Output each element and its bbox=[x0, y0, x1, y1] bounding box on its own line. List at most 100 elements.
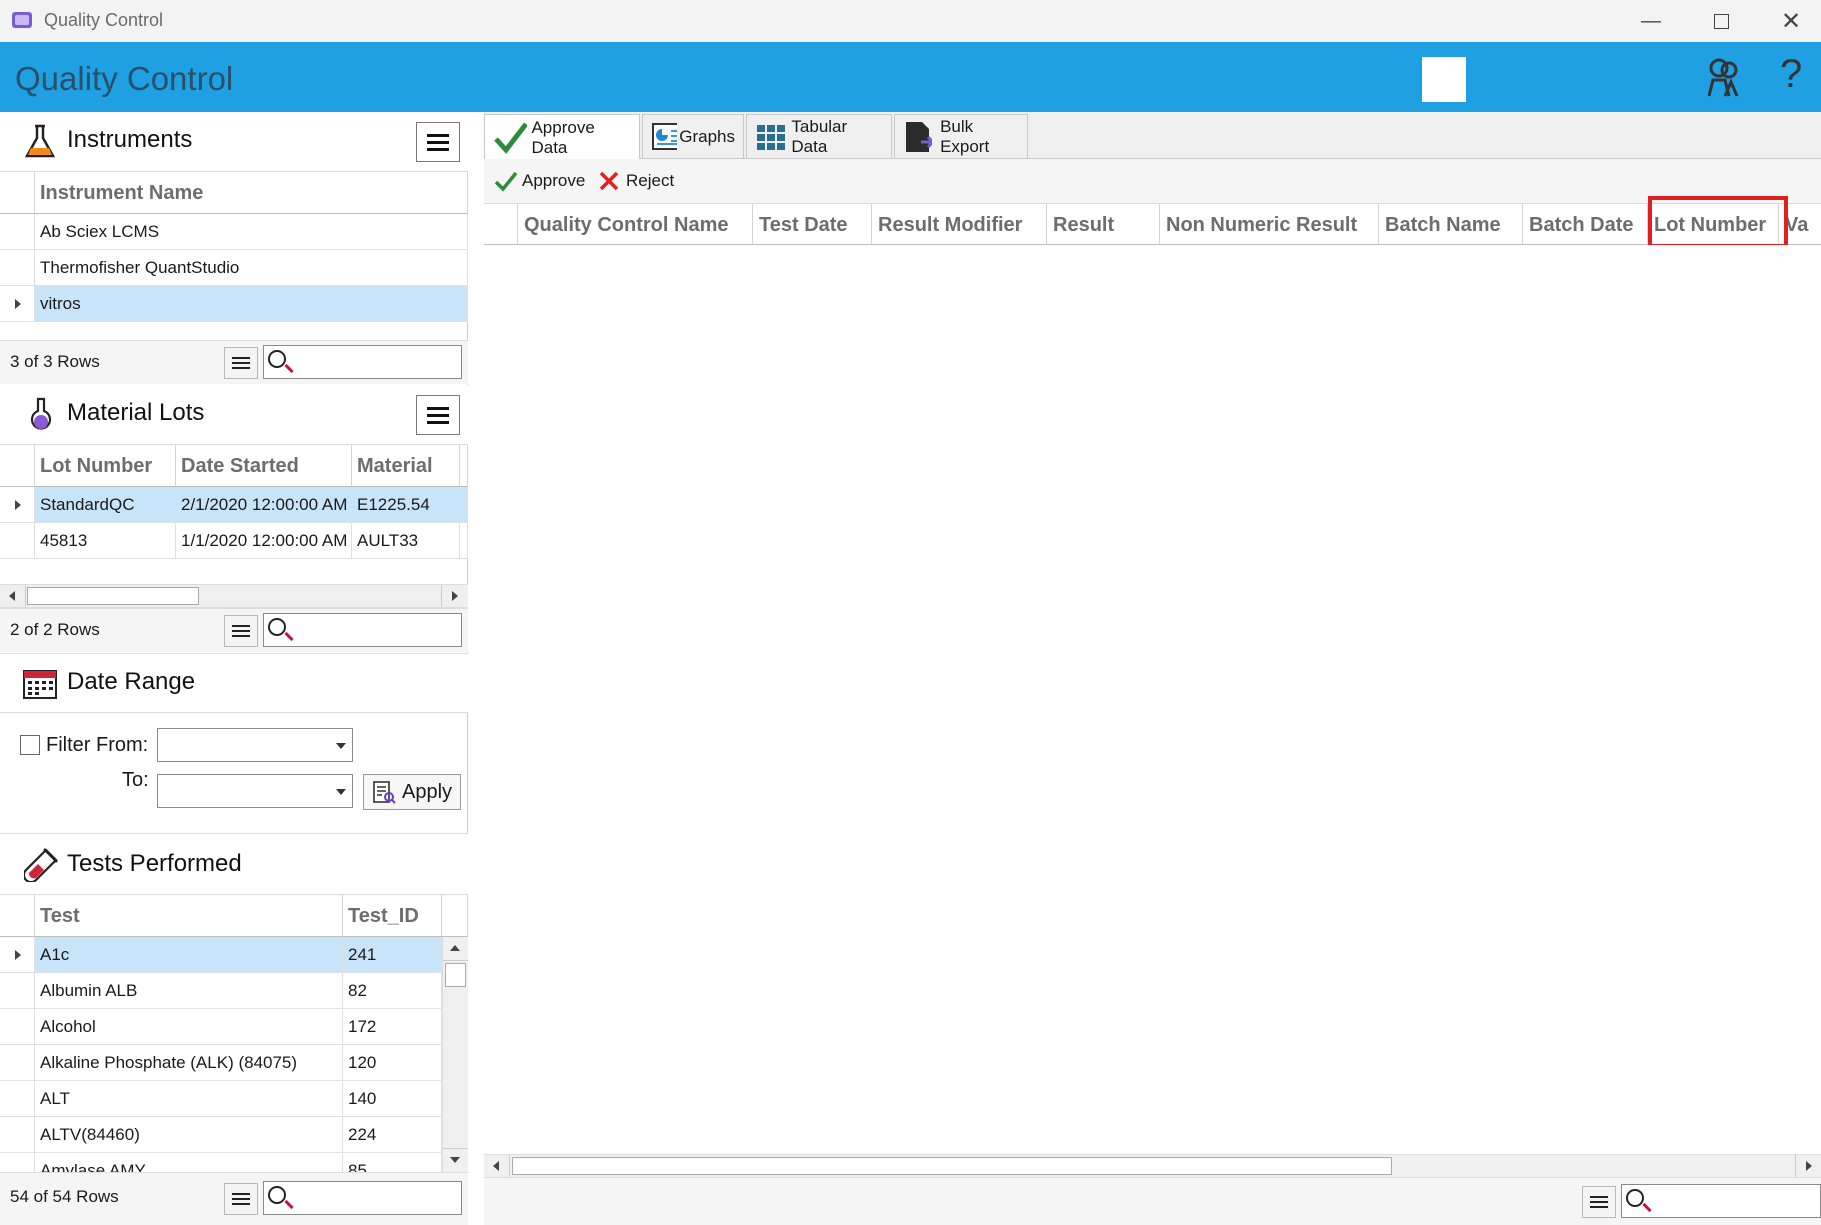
test-name-cell[interactable]: Amylase AMY bbox=[35, 1153, 343, 1172]
left-panel: Instruments Instrument Name Ab Sciex LCM… bbox=[0, 112, 468, 1225]
tab-graphs[interactable]: Graphs bbox=[642, 114, 744, 158]
tests-search-input[interactable] bbox=[263, 1181, 462, 1215]
test-name-cell[interactable]: A1c bbox=[35, 937, 343, 973]
instruments-search-input[interactable] bbox=[263, 345, 462, 379]
main-grid-search-input[interactable] bbox=[1621, 1184, 1821, 1218]
table-grid-icon bbox=[757, 124, 785, 150]
main-grid-header: Quality Control Name Test Date Result Mo… bbox=[484, 203, 1821, 245]
col-result-modifier[interactable]: Result Modifier bbox=[872, 204, 1047, 244]
maximize-button[interactable] bbox=[1686, 0, 1756, 42]
scroll-down-arrow[interactable] bbox=[443, 1148, 468, 1172]
row-header-corner bbox=[484, 204, 518, 244]
table-row[interactable]: Thermofisher QuantStudio bbox=[35, 250, 468, 286]
test-id-cell[interactable]: 140 bbox=[343, 1081, 442, 1117]
instruments-menu-button[interactable] bbox=[416, 122, 460, 162]
scroll-left-arrow[interactable] bbox=[0, 585, 26, 607]
row-header-corner bbox=[0, 445, 35, 487]
table-row[interactable]: Ab Sciex LCMS bbox=[35, 214, 468, 250]
filter-from-checkbox[interactable] bbox=[20, 735, 40, 755]
to-date-picker[interactable] bbox=[157, 774, 353, 808]
test-id-cell[interactable]: 241 bbox=[343, 937, 442, 973]
row-indicator bbox=[0, 1081, 35, 1117]
date-range-header: Date Range bbox=[0, 653, 468, 713]
instruments-options-button[interactable] bbox=[224, 347, 258, 379]
scroll-up-arrow[interactable] bbox=[443, 937, 468, 961]
main-grid-hscrollbar[interactable] bbox=[484, 1154, 1821, 1178]
approve-label: Approve bbox=[522, 171, 586, 190]
material-lots-footer: 2 of 2 Rows bbox=[0, 608, 468, 652]
test-name-cell[interactable]: Alkaline Phosphate (ALK) (84075) bbox=[35, 1045, 343, 1081]
main-grid-options-button[interactable] bbox=[1582, 1186, 1616, 1218]
col-test-date[interactable]: Test Date bbox=[753, 204, 872, 244]
flask-icon bbox=[24, 124, 56, 158]
scroll-right-arrow[interactable] bbox=[1795, 1155, 1821, 1177]
to-label: To: bbox=[122, 769, 149, 791]
search-icon bbox=[1626, 1189, 1644, 1207]
test-name-cell[interactable]: Alcohol bbox=[35, 1009, 343, 1045]
apply-button[interactable]: Apply bbox=[363, 774, 461, 810]
scroll-thumb[interactable] bbox=[27, 587, 199, 605]
col-result[interactable]: Result bbox=[1047, 204, 1160, 244]
approve-button[interactable]: Approve bbox=[494, 167, 585, 195]
lot-cell[interactable]: 2/1/2020 12:00:00 AM bbox=[176, 487, 352, 523]
tab-tabular-data[interactable]: Tabular Data bbox=[746, 114, 892, 158]
material-lots-options-button[interactable] bbox=[224, 615, 258, 647]
scroll-thumb[interactable] bbox=[512, 1157, 1392, 1175]
scroll-thumb[interactable] bbox=[445, 963, 466, 987]
checkmark-icon bbox=[494, 171, 518, 192]
material-lots-search-input[interactable] bbox=[263, 613, 462, 647]
tab-bulk-export[interactable]: Bulk Export bbox=[894, 114, 1028, 158]
row-count: 3 of 3 Rows bbox=[10, 352, 100, 371]
close-icon: ✕ bbox=[1780, 7, 1802, 35]
scroll-left-arrow[interactable] bbox=[484, 1155, 510, 1177]
col-test[interactable]: Test bbox=[35, 895, 343, 937]
test-id-cell[interactable]: 82 bbox=[343, 973, 442, 1009]
col-lot-number[interactable]: Lot Number bbox=[35, 445, 176, 487]
test-name-cell[interactable]: Albumin ALB bbox=[35, 973, 343, 1009]
reject-button[interactable]: Reject bbox=[598, 167, 674, 195]
checkmark-icon bbox=[494, 121, 528, 154]
lot-cell[interactable]: AULT33 bbox=[352, 523, 460, 559]
row-indicator bbox=[0, 1117, 35, 1153]
test-name-cell[interactable]: ALT bbox=[35, 1081, 343, 1117]
x-icon bbox=[599, 171, 619, 191]
close-button[interactable]: ✕ bbox=[1756, 0, 1821, 42]
lot-cell[interactable]: StandardQC bbox=[35, 487, 176, 523]
tests-vscrollbar[interactable] bbox=[442, 937, 468, 1172]
material-lots-hscrollbar[interactable] bbox=[0, 584, 468, 608]
help-icon[interactable]: ? bbox=[1780, 52, 1802, 97]
graphs-icon bbox=[652, 122, 678, 150]
test-id-cell[interactable]: 172 bbox=[343, 1009, 442, 1045]
col-test-id[interactable]: Test_ID bbox=[343, 895, 442, 937]
lot-cell[interactable]: 1/1/2020 12:00:00 AM bbox=[176, 523, 352, 559]
col-batch-date[interactable]: Batch Date bbox=[1523, 204, 1648, 244]
lot-cell[interactable]: E1225.54 bbox=[352, 487, 460, 523]
material-lots-menu-button[interactable] bbox=[416, 395, 460, 435]
col-material[interactable]: Material bbox=[352, 445, 460, 487]
col-instrument-name[interactable]: Instrument Name bbox=[35, 172, 468, 214]
col-date-started[interactable]: Date Started bbox=[176, 445, 352, 487]
test-id-cell[interactable]: 224 bbox=[343, 1117, 442, 1153]
table-row-selected[interactable]: vitros bbox=[35, 286, 468, 322]
app-icon bbox=[12, 12, 32, 28]
main-grid-body bbox=[484, 245, 1821, 1154]
tests-options-button[interactable] bbox=[224, 1183, 258, 1215]
window-title: Quality Control bbox=[44, 10, 164, 30]
col-non-numeric-result[interactable]: Non Numeric Result bbox=[1160, 204, 1379, 244]
material-lots-grid: Lot Number Date Started Material Standar… bbox=[0, 445, 468, 565]
minimize-button[interactable]: — bbox=[1616, 0, 1686, 42]
calendar-icon bbox=[23, 670, 57, 699]
test-id-cell[interactable]: 120 bbox=[343, 1045, 442, 1081]
lot-cell[interactable]: 45813 bbox=[35, 523, 176, 559]
search-icon bbox=[268, 350, 286, 368]
tab-approve-data[interactable]: Approve Data bbox=[484, 114, 640, 160]
users-icon[interactable] bbox=[1705, 56, 1741, 100]
reject-label: Reject bbox=[626, 171, 675, 190]
test-id-cell[interactable]: 85 bbox=[343, 1153, 442, 1172]
col-batch-name[interactable]: Batch Name bbox=[1379, 204, 1523, 244]
test-name-cell[interactable]: ALTV(84460) bbox=[35, 1117, 343, 1153]
col-quality-control-name[interactable]: Quality Control Name bbox=[518, 204, 753, 244]
tests-footer: 54 of 54 Rows bbox=[0, 1172, 468, 1225]
filter-from-date-picker[interactable] bbox=[157, 728, 353, 762]
scroll-right-arrow[interactable] bbox=[441, 585, 467, 607]
